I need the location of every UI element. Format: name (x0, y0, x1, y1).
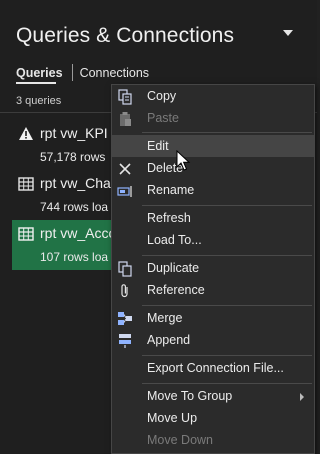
table-icon (18, 227, 34, 241)
query-status: 57,178 rows (40, 150, 106, 164)
menu-item-label: Delete (147, 161, 184, 175)
menu-item-reference[interactable]: Reference (112, 279, 314, 301)
active-tab-underline (16, 82, 56, 84)
menu-separator (142, 355, 312, 356)
pane-options-chevron-icon[interactable] (283, 30, 293, 36)
tab-divider (71, 64, 73, 81)
submenu-arrow-icon (300, 393, 304, 401)
menu-item-label: Move Down (147, 433, 213, 447)
pane-tabs: Queries Connections (16, 64, 149, 81)
copy-icon (118, 89, 132, 105)
menu-item-append[interactable]: Append (112, 329, 314, 351)
menu-item-load-to[interactable]: Load To... (112, 229, 314, 251)
context-menu: Copy Paste Edit Delete Rename Refresh Lo… (111, 84, 315, 454)
menu-item-label: Rename (147, 183, 195, 197)
menu-separator (142, 255, 312, 256)
append-icon (119, 334, 131, 348)
menu-separator (142, 383, 312, 384)
query-count: 3 queries (16, 95, 62, 107)
menu-item-export-connection-file[interactable]: Export Connection File... (112, 357, 314, 379)
menu-item-copy[interactable]: Copy (112, 85, 314, 107)
menu-item-move-down: Move Down (112, 429, 314, 451)
menu-separator (142, 205, 312, 206)
menu-item-label: Copy (147, 89, 177, 103)
query-name: rpt vw_KPI (40, 125, 108, 141)
menu-item-label: Move Up (147, 411, 198, 425)
menu-item-label: Append (147, 333, 191, 347)
menu-item-delete[interactable]: Delete (112, 157, 314, 179)
menu-item-duplicate[interactable]: Duplicate (112, 257, 314, 279)
menu-item-label: Move To Group (147, 389, 233, 403)
merge-icon (118, 312, 132, 325)
menu-item-label: Duplicate (147, 261, 200, 275)
query-name: rpt vw_Cha (40, 175, 111, 191)
query-name: rpt vw_Acco (40, 225, 117, 241)
menu-item-label: Edit (147, 139, 169, 153)
duplicate-icon (118, 261, 132, 277)
query-status: 744 rows loa (40, 200, 109, 214)
menu-item-rename[interactable]: Rename (112, 179, 314, 201)
paste-icon (120, 112, 131, 126)
menu-item-label: Reference (147, 283, 205, 297)
menu-item-move-up[interactable]: Move Up (112, 407, 314, 429)
menu-item-refresh[interactable]: Refresh (112, 207, 314, 229)
menu-item-edit[interactable]: Edit (112, 135, 314, 157)
menu-item-merge[interactable]: Merge (112, 307, 314, 329)
menu-separator (142, 305, 312, 306)
menu-item-label: Paste (147, 111, 179, 125)
menu-item-label: Merge (147, 311, 183, 325)
query-status: 107 rows loa (40, 250, 109, 264)
tab-connections[interactable]: Connections (80, 66, 150, 80)
tab-queries[interactable]: Queries (16, 66, 63, 80)
menu-item-move-to-group[interactable]: Move To Group (112, 385, 314, 407)
close-icon (119, 163, 131, 175)
menu-item-paste: Paste (112, 107, 314, 129)
menu-item-label: Export Connection File... (147, 361, 284, 375)
rename-icon (117, 186, 132, 197)
paperclip-icon (121, 284, 128, 298)
table-icon (18, 177, 34, 191)
pane-title: Queries & Connections (16, 24, 235, 47)
menu-separator (142, 132, 312, 133)
warning-icon (19, 127, 33, 140)
menu-item-label: Load To... (147, 233, 202, 247)
menu-item-label: Refresh (147, 211, 191, 225)
